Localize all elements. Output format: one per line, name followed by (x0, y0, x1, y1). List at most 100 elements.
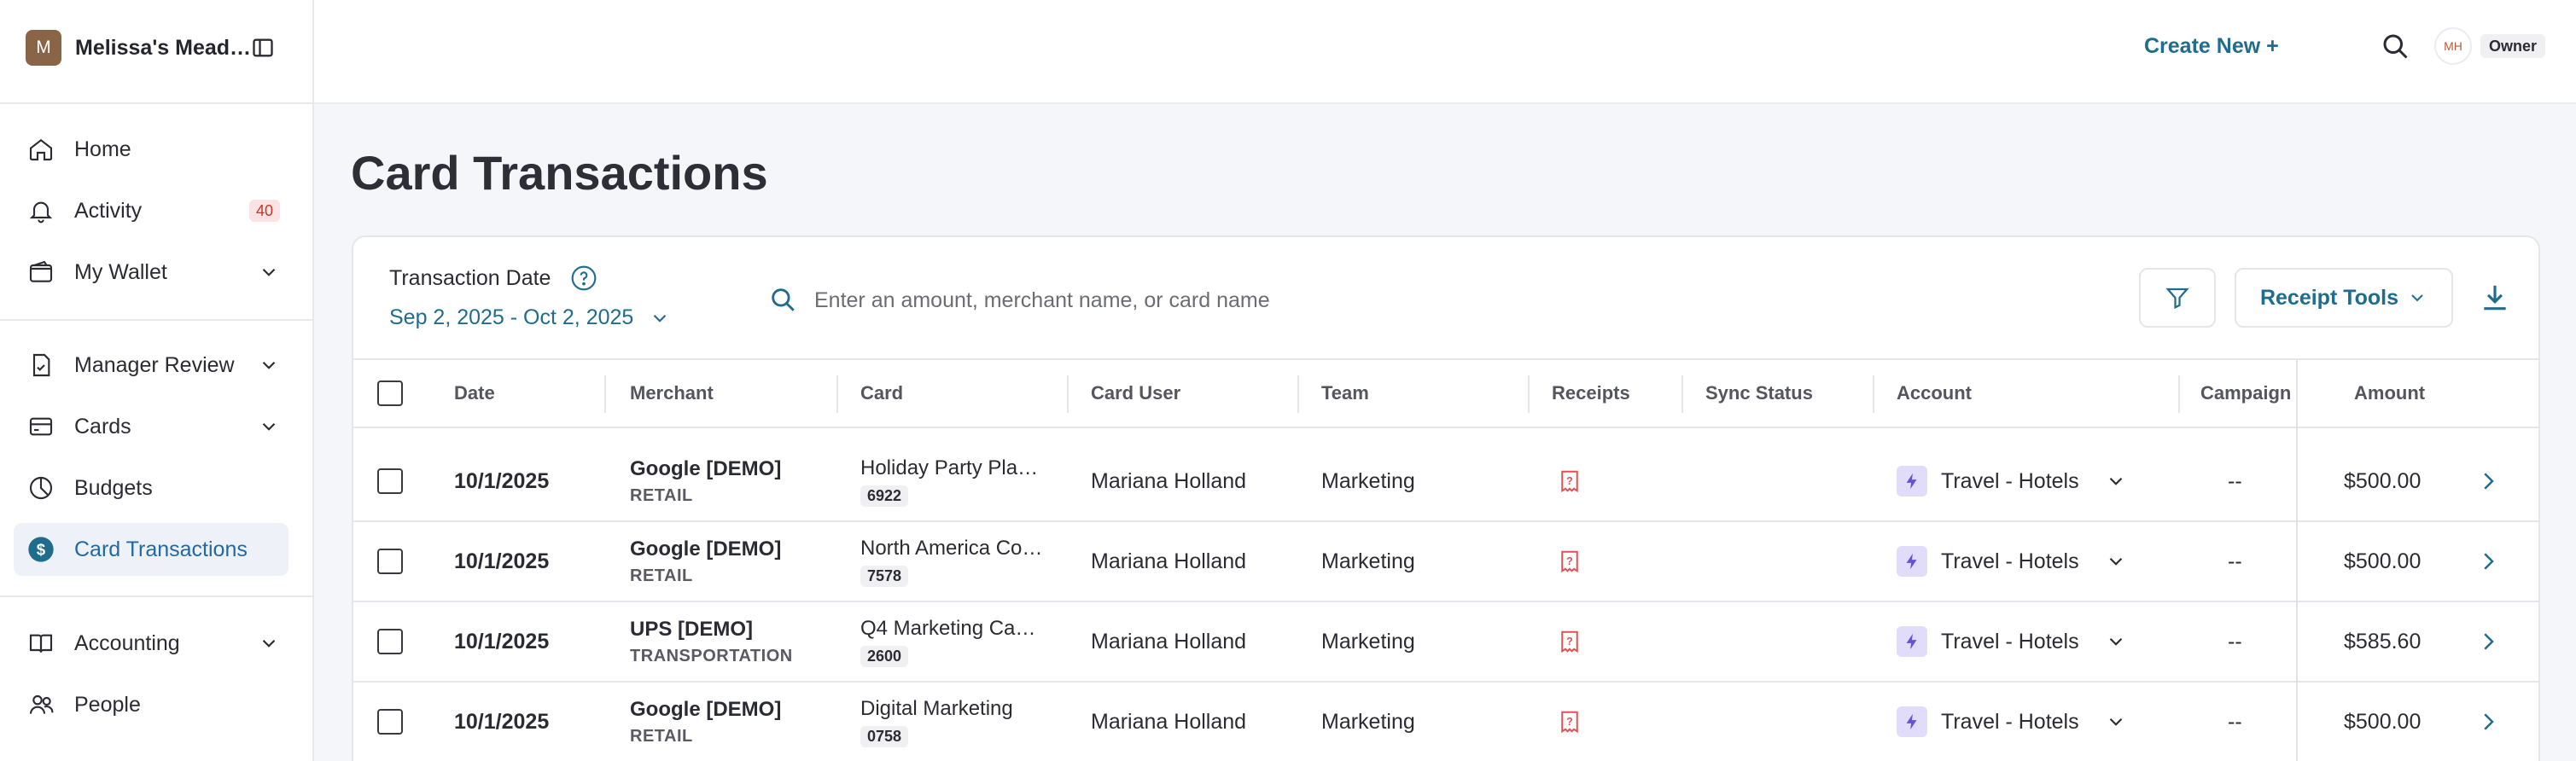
sidebar-item-cards[interactable]: Cards (14, 400, 288, 453)
chevron-down-icon (2411, 294, 2423, 302)
avatar: MH (2434, 27, 2472, 65)
sidebar-divider (0, 595, 312, 597)
missing-receipt-icon[interactable]: ? (1557, 549, 1582, 574)
chevron-right-icon[interactable] (2475, 468, 2501, 494)
sidebar-item-label: People (74, 692, 141, 717)
workspace-avatar: M (26, 30, 61, 66)
missing-receipt-icon[interactable]: ? (1557, 468, 1582, 494)
date-range-value: Sep 2, 2025 - Oct 2, 2025 (389, 305, 634, 329)
sidebar-item-activity[interactable]: Activity 40 (14, 184, 288, 237)
create-new-button[interactable]: Create New + (2144, 34, 2279, 59)
checkbox[interactable] (377, 468, 403, 494)
card-user: Mariana Holland (1091, 629, 1247, 654)
sidebar-item-manager-review[interactable]: Manager Review (14, 339, 288, 392)
table-row[interactable]: 10/1/2025 Google [DEMO] RETAIL Digital Ma… (353, 683, 2538, 761)
transaction-date: 10/1/2025 (454, 709, 550, 734)
sidebar-item-label: Accounting (74, 630, 180, 655)
sidebar-item-card-transactions[interactable]: $ Card Transactions (14, 523, 288, 576)
workspace-switcher[interactable]: M Melissa's Meadow (26, 29, 258, 67)
sidebar-item-accounting[interactable]: Accounting (14, 617, 288, 670)
column-header-date[interactable]: Date (454, 360, 495, 427)
column-header-card-user[interactable]: Card User (1091, 360, 1180, 427)
home-icon (26, 134, 56, 165)
table-row[interactable]: 10/1/2025 Google [DEMO] RETAIL North Amer… (353, 522, 2538, 602)
card-last4-badge: 6922 (860, 485, 909, 507)
sticky-column-divider (2296, 360, 2298, 761)
download-icon[interactable] (2479, 282, 2511, 314)
sidebar-item-label: My Wallet (74, 259, 167, 284)
account-select[interactable]: Travel - Hotels (1897, 683, 2127, 761)
column-header-campaign[interactable]: Campaign (2200, 360, 2291, 427)
checkbox[interactable] (377, 549, 403, 574)
account-name: Travel - Hotels (1941, 629, 2079, 654)
sidebar-item-label: Budgets (74, 475, 153, 500)
missing-receipt-icon[interactable]: ? (1557, 709, 1582, 735)
help-icon[interactable] (570, 264, 597, 292)
chevron-down-icon (654, 314, 667, 322)
page-title: Card Transactions (351, 146, 768, 200)
people-icon (26, 689, 56, 720)
filter-bar: Transaction Date Sep 2, 2025 - Oct 2, 20… (353, 237, 2538, 360)
sidebar-item-budgets[interactable]: Budgets (14, 462, 288, 514)
top-bar: Create New + MH Owner (314, 0, 2576, 104)
row-select[interactable] (377, 683, 403, 761)
row-select[interactable] (377, 602, 403, 681)
column-header-receipts[interactable]: Receipts (1552, 360, 1630, 427)
user-menu[interactable]: MH Owner (2434, 27, 2549, 65)
table-row[interactable]: 10/1/2025 Google [DEMO] RETAIL Holiday Pa… (353, 442, 2538, 522)
receipt-tools-label: Receipt Tools (2259, 285, 2399, 310)
sidebar-item-home[interactable]: Home (14, 123, 288, 176)
column-divider (2178, 375, 2180, 413)
merchant-name: Google [DEMO] (630, 456, 782, 480)
checkbox[interactable] (377, 709, 403, 735)
account-name: Travel - Hotels (1941, 468, 2079, 493)
lightning-icon (1897, 626, 1927, 657)
account-select[interactable]: Travel - Hotels (1897, 522, 2127, 601)
column-header-account[interactable]: Account (1897, 360, 1972, 427)
merchant-name: UPS [DEMO] (630, 617, 753, 641)
campaign: -- (2228, 468, 2242, 493)
sidebar-toggle-icon[interactable] (251, 36, 275, 60)
row-select[interactable] (377, 522, 403, 601)
sidebar-item-my-wallet[interactable]: My Wallet (14, 246, 288, 299)
column-header-amount[interactable]: Amount (2354, 360, 2425, 427)
lightning-icon (1897, 706, 1927, 737)
checkbox[interactable] (377, 380, 403, 406)
amount: $500.00 (2344, 468, 2422, 493)
search-input[interactable] (814, 282, 1753, 319)
missing-receipt-icon[interactable]: ? (1557, 629, 1582, 654)
wallet-icon (26, 257, 56, 288)
receipt-tools-button[interactable]: Receipt Tools (2235, 268, 2453, 328)
column-header-sync-status[interactable]: Sync Status (1705, 360, 1813, 427)
column-header-card[interactable]: Card (860, 360, 903, 427)
sidebar-divider (0, 319, 312, 321)
account-select[interactable]: Travel - Hotels (1897, 602, 2127, 681)
table-row[interactable]: 10/1/2025 UPS [DEMO] TRANSPORTATION Q4 Ma… (353, 602, 2538, 683)
merchant-category: RETAIL (630, 566, 693, 585)
column-header-merchant[interactable]: Merchant (630, 360, 714, 427)
date-range-picker[interactable]: Sep 2, 2025 - Oct 2, 2025 (389, 305, 671, 330)
svg-text:?: ? (1566, 636, 1573, 648)
chevron-right-icon[interactable] (2475, 709, 2501, 735)
team: Marketing (1321, 468, 1415, 493)
account-select[interactable]: Travel - Hotels (1897, 442, 2127, 520)
sidebar-item-people[interactable]: People (14, 678, 288, 731)
column-divider (836, 375, 838, 413)
card-last4-badge: 7578 (860, 565, 909, 587)
column-divider (1067, 375, 1069, 413)
user-role-badge: Owner (2480, 34, 2546, 58)
card-user: Mariana Holland (1091, 549, 1247, 573)
row-select[interactable] (377, 442, 403, 520)
chevron-right-icon[interactable] (2475, 549, 2501, 574)
book-icon (26, 628, 56, 659)
campaign: -- (2228, 709, 2242, 734)
checkbox[interactable] (377, 629, 403, 654)
column-header-team[interactable]: Team (1321, 360, 1369, 427)
merchant-category: RETAIL (630, 485, 693, 505)
team: Marketing (1321, 549, 1415, 573)
card-icon (26, 411, 56, 442)
chevron-right-icon[interactable] (2475, 629, 2501, 654)
search-icon[interactable] (2380, 31, 2410, 61)
filter-button[interactable] (2139, 268, 2216, 328)
sidebar-item-label: Home (74, 137, 131, 161)
